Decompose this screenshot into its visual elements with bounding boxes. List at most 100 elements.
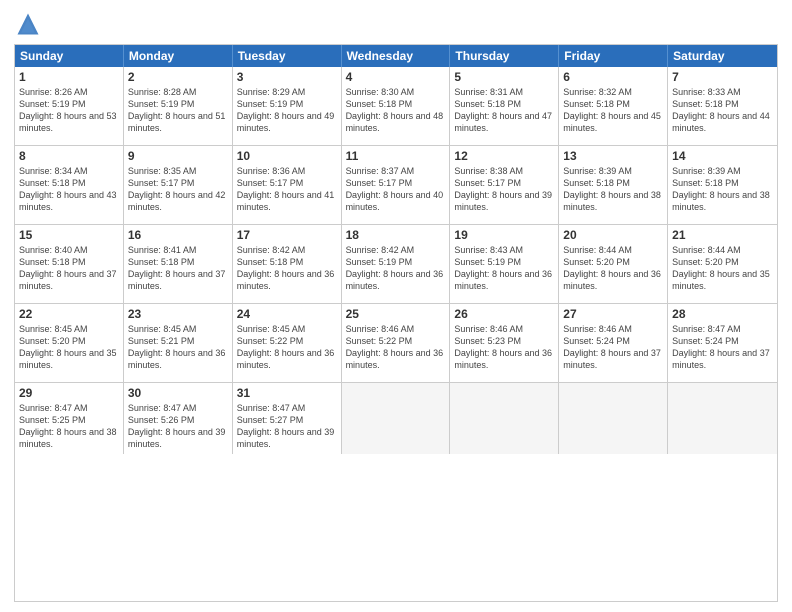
cell-info: Sunrise: 8:41 AM Sunset: 5:18 PM Dayligh… <box>128 244 228 293</box>
cell-info: Sunrise: 8:34 AM Sunset: 5:18 PM Dayligh… <box>19 165 119 214</box>
calendar-cell: 21 Sunrise: 8:44 AM Sunset: 5:20 PM Dayl… <box>668 225 777 303</box>
calendar-cell: 1 Sunrise: 8:26 AM Sunset: 5:19 PM Dayli… <box>15 67 124 145</box>
calendar-cell: 29 Sunrise: 8:47 AM Sunset: 5:25 PM Dayl… <box>15 383 124 454</box>
calendar-cell: 19 Sunrise: 8:43 AM Sunset: 5:19 PM Dayl… <box>450 225 559 303</box>
cell-info: Sunrise: 8:39 AM Sunset: 5:18 PM Dayligh… <box>563 165 663 214</box>
calendar-grid: SundayMondayTuesdayWednesdayThursdayFrid… <box>14 44 778 602</box>
calendar-cell: 24 Sunrise: 8:45 AM Sunset: 5:22 PM Dayl… <box>233 304 342 382</box>
calendar-cell: 14 Sunrise: 8:39 AM Sunset: 5:18 PM Dayl… <box>668 146 777 224</box>
day-number: 14 <box>672 149 773 163</box>
cell-info: Sunrise: 8:26 AM Sunset: 5:19 PM Dayligh… <box>19 86 119 135</box>
calendar-cell: 23 Sunrise: 8:45 AM Sunset: 5:21 PM Dayl… <box>124 304 233 382</box>
calendar-cell: 26 Sunrise: 8:46 AM Sunset: 5:23 PM Dayl… <box>450 304 559 382</box>
cell-info: Sunrise: 8:37 AM Sunset: 5:17 PM Dayligh… <box>346 165 446 214</box>
cell-info: Sunrise: 8:44 AM Sunset: 5:20 PM Dayligh… <box>563 244 663 293</box>
logo <box>14 10 46 38</box>
day-number: 13 <box>563 149 663 163</box>
calendar-cell: 28 Sunrise: 8:47 AM Sunset: 5:24 PM Dayl… <box>668 304 777 382</box>
day-number: 9 <box>128 149 228 163</box>
calendar-cell: 9 Sunrise: 8:35 AM Sunset: 5:17 PM Dayli… <box>124 146 233 224</box>
day-number: 17 <box>237 228 337 242</box>
day-number: 20 <box>563 228 663 242</box>
header-day: Tuesday <box>233 45 342 67</box>
header-day: Friday <box>559 45 668 67</box>
page-header <box>14 10 778 38</box>
day-number: 19 <box>454 228 554 242</box>
cell-info: Sunrise: 8:47 AM Sunset: 5:27 PM Dayligh… <box>237 402 337 451</box>
cell-info: Sunrise: 8:32 AM Sunset: 5:18 PM Dayligh… <box>563 86 663 135</box>
day-number: 28 <box>672 307 773 321</box>
cell-info: Sunrise: 8:40 AM Sunset: 5:18 PM Dayligh… <box>19 244 119 293</box>
cell-info: Sunrise: 8:47 AM Sunset: 5:25 PM Dayligh… <box>19 402 119 451</box>
cell-info: Sunrise: 8:47 AM Sunset: 5:26 PM Dayligh… <box>128 402 228 451</box>
day-number: 1 <box>19 70 119 84</box>
day-number: 29 <box>19 386 119 400</box>
calendar-cell: 22 Sunrise: 8:45 AM Sunset: 5:20 PM Dayl… <box>15 304 124 382</box>
calendar-cell: 15 Sunrise: 8:40 AM Sunset: 5:18 PM Dayl… <box>15 225 124 303</box>
header-day: Wednesday <box>342 45 451 67</box>
calendar-cell: 2 Sunrise: 8:28 AM Sunset: 5:19 PM Dayli… <box>124 67 233 145</box>
calendar-cell: 5 Sunrise: 8:31 AM Sunset: 5:18 PM Dayli… <box>450 67 559 145</box>
day-number: 24 <box>237 307 337 321</box>
calendar-week-row: 1 Sunrise: 8:26 AM Sunset: 5:19 PM Dayli… <box>15 67 777 146</box>
cell-info: Sunrise: 8:33 AM Sunset: 5:18 PM Dayligh… <box>672 86 773 135</box>
day-number: 27 <box>563 307 663 321</box>
cell-info: Sunrise: 8:36 AM Sunset: 5:17 PM Dayligh… <box>237 165 337 214</box>
calendar-cell: 17 Sunrise: 8:42 AM Sunset: 5:18 PM Dayl… <box>233 225 342 303</box>
cell-info: Sunrise: 8:45 AM Sunset: 5:20 PM Dayligh… <box>19 323 119 372</box>
day-number: 7 <box>672 70 773 84</box>
day-number: 3 <box>237 70 337 84</box>
day-number: 15 <box>19 228 119 242</box>
calendar-header: SundayMondayTuesdayWednesdayThursdayFrid… <box>15 45 777 67</box>
cell-info: Sunrise: 8:45 AM Sunset: 5:22 PM Dayligh… <box>237 323 337 372</box>
calendar-page: SundayMondayTuesdayWednesdayThursdayFrid… <box>0 0 792 612</box>
cell-info: Sunrise: 8:39 AM Sunset: 5:18 PM Dayligh… <box>672 165 773 214</box>
calendar-cell <box>559 383 668 454</box>
calendar-cell: 3 Sunrise: 8:29 AM Sunset: 5:19 PM Dayli… <box>233 67 342 145</box>
day-number: 23 <box>128 307 228 321</box>
day-number: 16 <box>128 228 228 242</box>
logo-icon <box>14 10 42 38</box>
calendar-week-row: 22 Sunrise: 8:45 AM Sunset: 5:20 PM Dayl… <box>15 304 777 383</box>
cell-info: Sunrise: 8:28 AM Sunset: 5:19 PM Dayligh… <box>128 86 228 135</box>
header-day: Monday <box>124 45 233 67</box>
cell-info: Sunrise: 8:42 AM Sunset: 5:18 PM Dayligh… <box>237 244 337 293</box>
cell-info: Sunrise: 8:44 AM Sunset: 5:20 PM Dayligh… <box>672 244 773 293</box>
day-number: 5 <box>454 70 554 84</box>
calendar-cell <box>342 383 451 454</box>
day-number: 8 <box>19 149 119 163</box>
calendar-cell: 30 Sunrise: 8:47 AM Sunset: 5:26 PM Dayl… <box>124 383 233 454</box>
cell-info: Sunrise: 8:43 AM Sunset: 5:19 PM Dayligh… <box>454 244 554 293</box>
calendar-week-row: 15 Sunrise: 8:40 AM Sunset: 5:18 PM Dayl… <box>15 225 777 304</box>
cell-info: Sunrise: 8:42 AM Sunset: 5:19 PM Dayligh… <box>346 244 446 293</box>
cell-info: Sunrise: 8:47 AM Sunset: 5:24 PM Dayligh… <box>672 323 773 372</box>
cell-info: Sunrise: 8:31 AM Sunset: 5:18 PM Dayligh… <box>454 86 554 135</box>
calendar-cell: 20 Sunrise: 8:44 AM Sunset: 5:20 PM Dayl… <box>559 225 668 303</box>
header-day: Saturday <box>668 45 777 67</box>
cell-info: Sunrise: 8:46 AM Sunset: 5:24 PM Dayligh… <box>563 323 663 372</box>
cell-info: Sunrise: 8:29 AM Sunset: 5:19 PM Dayligh… <box>237 86 337 135</box>
day-number: 4 <box>346 70 446 84</box>
day-number: 2 <box>128 70 228 84</box>
cell-info: Sunrise: 8:38 AM Sunset: 5:17 PM Dayligh… <box>454 165 554 214</box>
calendar-cell: 4 Sunrise: 8:30 AM Sunset: 5:18 PM Dayli… <box>342 67 451 145</box>
calendar-cell <box>668 383 777 454</box>
calendar-week-row: 29 Sunrise: 8:47 AM Sunset: 5:25 PM Dayl… <box>15 383 777 454</box>
header-day: Sunday <box>15 45 124 67</box>
calendar-cell: 6 Sunrise: 8:32 AM Sunset: 5:18 PM Dayli… <box>559 67 668 145</box>
cell-info: Sunrise: 8:45 AM Sunset: 5:21 PM Dayligh… <box>128 323 228 372</box>
header-day: Thursday <box>450 45 559 67</box>
day-number: 26 <box>454 307 554 321</box>
cell-info: Sunrise: 8:46 AM Sunset: 5:22 PM Dayligh… <box>346 323 446 372</box>
day-number: 12 <box>454 149 554 163</box>
day-number: 30 <box>128 386 228 400</box>
calendar-cell: 27 Sunrise: 8:46 AM Sunset: 5:24 PM Dayl… <box>559 304 668 382</box>
day-number: 31 <box>237 386 337 400</box>
calendar-week-row: 8 Sunrise: 8:34 AM Sunset: 5:18 PM Dayli… <box>15 146 777 225</box>
cell-info: Sunrise: 8:46 AM Sunset: 5:23 PM Dayligh… <box>454 323 554 372</box>
calendar-cell: 10 Sunrise: 8:36 AM Sunset: 5:17 PM Dayl… <box>233 146 342 224</box>
calendar-cell: 11 Sunrise: 8:37 AM Sunset: 5:17 PM Dayl… <box>342 146 451 224</box>
day-number: 21 <box>672 228 773 242</box>
calendar-cell: 13 Sunrise: 8:39 AM Sunset: 5:18 PM Dayl… <box>559 146 668 224</box>
cell-info: Sunrise: 8:30 AM Sunset: 5:18 PM Dayligh… <box>346 86 446 135</box>
